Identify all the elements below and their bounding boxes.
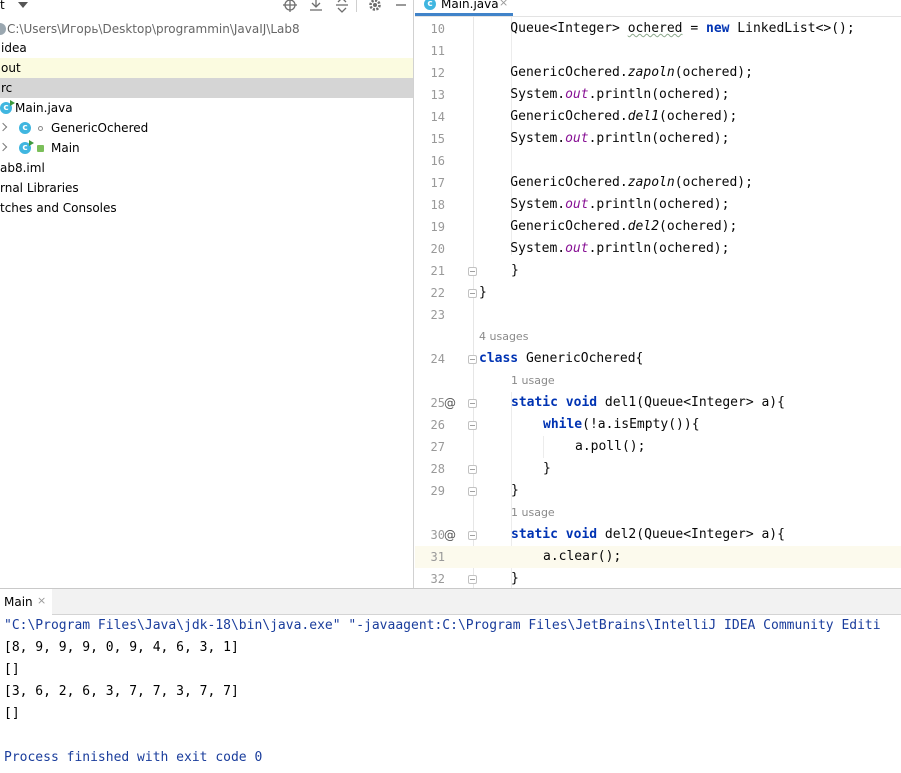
fold-icon[interactable] [468, 421, 477, 430]
chevron-right-icon[interactable] [0, 142, 8, 152]
code-line-17[interactable]: 17 GenericOchered.zapoln(ochered); [415, 172, 901, 194]
minimize-icon[interactable] [393, 0, 409, 13]
code-line-31[interactable]: 31 a.clear(); [415, 546, 901, 568]
class-icon: c [19, 140, 34, 154]
code-line-15[interactable]: 15 System.out.println(ochered); [415, 128, 901, 150]
tree-item-scratches[interactable]: tches and Consoles [0, 198, 413, 218]
usages-hint[interactable]: 1 usage [511, 372, 555, 390]
class-icon: c [19, 122, 31, 134]
fold-icon[interactable] [468, 575, 477, 584]
console-command-line: "C:\Program Files\Java\jdk-18\bin\java.e… [4, 618, 881, 633]
chevron-right-icon[interactable] [0, 122, 8, 132]
project-toolbar: t [0, 0, 413, 18]
class-icon: c [424, 0, 436, 10]
close-icon[interactable]: × [37, 594, 46, 607]
code-line-29[interactable]: 29 } [415, 480, 901, 502]
code-editor[interactable]: c Main.java × 10 Queue<Integer> ochered … [415, 0, 901, 588]
code-line-21[interactable]: 21 } [415, 260, 901, 282]
fold-icon[interactable] [468, 399, 477, 408]
crosshair-icon[interactable] [282, 0, 298, 13]
tree-item-main[interactable]: c Main [0, 138, 413, 158]
editor-tab-main-java[interactable]: c Main.java × [415, 0, 513, 16]
code-line-27[interactable]: 27 a.poll(); [415, 436, 901, 458]
code-line-11[interactable]: 11 [415, 40, 901, 62]
code-line-19[interactable]: 19 GenericOchered.del2(ochered); [415, 216, 901, 238]
fold-icon[interactable] [468, 487, 477, 496]
fold-icon[interactable] [468, 531, 477, 540]
tree-item-lab8-iml[interactable]: ab8.iml [0, 158, 413, 178]
project-view-selector[interactable]: t [0, 0, 5, 12]
tab-divider [415, 16, 901, 17]
code-line-12[interactable]: 12 GenericOchered.zapoln(ochered); [415, 62, 901, 84]
folder-icon [0, 23, 6, 35]
override-icon[interactable]: @ [444, 392, 456, 414]
fold-icon[interactable] [468, 289, 477, 298]
public-icon [37, 145, 44, 152]
console-exit-line: Process finished with exit code 0 [4, 750, 263, 765]
toolbar-divider [356, 0, 357, 12]
tree-item-src[interactable]: rc [0, 78, 413, 98]
gear-icon[interactable] [367, 0, 383, 13]
code-line-10[interactable]: 10 Queue<Integer> ochered = new LinkedLi… [415, 18, 901, 40]
code-line-20[interactable]: 20 System.out.println(ochered); [415, 238, 901, 260]
console-output[interactable]: "C:\Program Files\Java\jdk-18\bin\java.e… [0, 615, 901, 773]
class-icon: c [0, 100, 15, 114]
fold-icon[interactable] [468, 267, 477, 276]
code-line-23[interactable]: 23 [415, 304, 901, 326]
override-icon[interactable]: @ [444, 524, 456, 546]
run-panel: Main × "C:\Program Files\Java\jdk-18\bin… [0, 588, 901, 773]
run-tab-main[interactable]: Main × [0, 589, 52, 615]
tree-item-idea[interactable]: idea [0, 38, 413, 58]
code-line-30[interactable]: 30 @ static void del2(Queue<Integer> a){ [415, 524, 901, 546]
code-line-13[interactable]: 13 System.out.println(ochered); [415, 84, 901, 106]
run-tool-header: Main × [0, 589, 901, 615]
tree-item-out[interactable]: out [0, 58, 413, 78]
project-path: C:\Users\Игорь\Desktop\programmin\JavaIJ… [7, 22, 300, 36]
package-private-icon [38, 126, 43, 131]
tree-path-row[interactable]: C:\Users\Игорь\Desktop\programmin\JavaIJ… [0, 19, 413, 39]
code-line-25[interactable]: 25 @ static void del1(Queue<Integer> a){ [415, 392, 901, 414]
code-line-14[interactable]: 14 GenericOchered.del1(ochered); [415, 106, 901, 128]
project-panel: t C:\Users\Игорь\Desktop\programmin\Java… [0, 0, 414, 588]
expand-all-icon[interactable] [308, 0, 324, 13]
tree-item-genericochered[interactable]: c GenericOchered [0, 118, 413, 138]
fold-icon[interactable] [468, 465, 477, 474]
close-icon[interactable]: × [499, 0, 508, 9]
console-output-line: [3, 6, 2, 6, 3, 7, 7, 3, 7, 7] [4, 684, 239, 699]
tree-item-external-libraries[interactable]: rnal Libraries [0, 178, 413, 198]
code-line-16[interactable]: 16 [415, 150, 901, 172]
code-line-22[interactable]: 22 } [415, 282, 901, 304]
code-line-26[interactable]: 26 while(!a.isEmpty()){ [415, 414, 901, 436]
code-line-24[interactable]: 24 class GenericOchered{ [415, 348, 901, 370]
code-line-28[interactable]: 28 } [415, 458, 901, 480]
console-output-line: [] [4, 706, 20, 721]
console-output-line: [8, 9, 9, 9, 0, 9, 4, 6, 3, 1] [4, 640, 239, 655]
collapse-all-icon[interactable] [334, 0, 350, 13]
fold-icon[interactable] [468, 355, 477, 364]
code-line-18[interactable]: 18 System.out.println(ochered); [415, 194, 901, 216]
chevron-down-icon[interactable] [18, 2, 28, 8]
console-output-line: [] [4, 662, 20, 677]
usages-hint[interactable]: 1 usage [511, 504, 555, 522]
code-line-32[interactable]: 32 } [415, 568, 901, 588]
usages-hint[interactable]: 4 usages [479, 328, 528, 346]
tree-item-main-java[interactable]: c Main.java [0, 98, 413, 118]
